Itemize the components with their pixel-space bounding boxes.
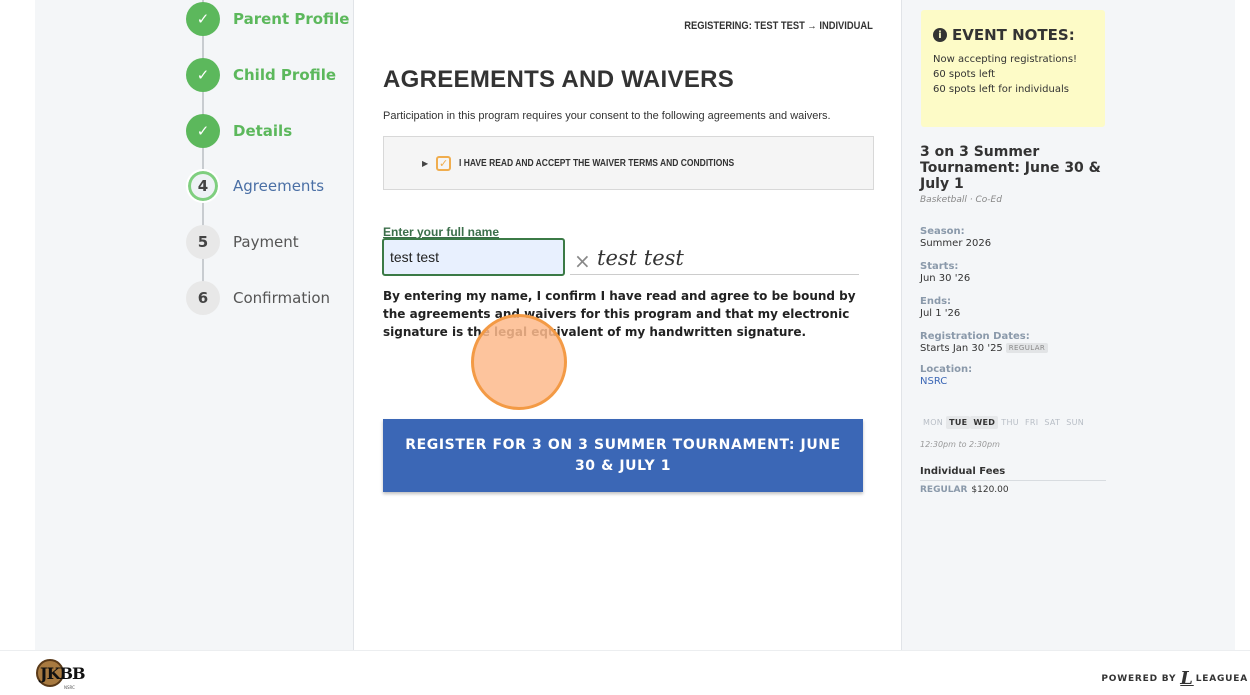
registration-start: Starts Jan 30 '25 [920, 343, 1003, 354]
full-name-value: test test [390, 249, 440, 265]
event-title: 3 on 3 Summer Tournament: June 30 & July… [920, 144, 1101, 192]
signature-preview: test test [597, 246, 684, 270]
footer-divider [0, 650, 1250, 651]
waiver-label[interactable]: I HAVE READ AND ACCEPT THE WAIVER TERMS … [459, 158, 734, 169]
waiver-accordion[interactable]: ▶ ✓ I HAVE READ AND ACCEPT THE WAIVER TE… [383, 136, 874, 190]
event-notes-heading: EVENT NOTES: [952, 26, 1075, 44]
signature-x-icon: × [574, 249, 591, 273]
step-number: 6 [186, 281, 220, 315]
day-wed: WED [970, 416, 999, 429]
step-payment: 5 Payment [186, 225, 299, 259]
day-sat: SAT [1044, 418, 1061, 427]
season-label: Season: [920, 226, 965, 237]
step-child-profile[interactable]: ✓ Child Profile [186, 58, 336, 92]
step-parent-profile[interactable]: ✓ Parent Profile [186, 2, 349, 36]
leagueapps-logo-icon: L [1180, 668, 1194, 689]
step-label: Details [233, 122, 293, 140]
agreements-card: REGISTERING: TEST TEST → INDIVIDUAL AGRE… [353, 0, 902, 650]
full-name-input[interactable]: test test [382, 238, 565, 276]
fee-type: REGULAR [920, 485, 968, 495]
step-label: Agreements [233, 177, 325, 195]
intro-text: Participation in this program requires y… [383, 110, 831, 122]
day-tue: TUE [946, 416, 971, 429]
day-fri: FRI [1024, 418, 1039, 427]
event-notes-title: i EVENT NOTES: [933, 26, 1093, 44]
step-label: Payment [233, 233, 299, 251]
weekday-selector: MON TUE WED THU FRI SAT SUN [920, 416, 1087, 429]
click-indicator [471, 314, 567, 410]
page-title: AGREEMENTS AND WAIVERS [383, 66, 735, 93]
day-thu: THU [1001, 418, 1019, 427]
season-value: Summer 2026 [920, 238, 992, 249]
powered-by-brand: LEAGUEA [1195, 673, 1248, 684]
step-agreements[interactable]: 4 Agreements [186, 169, 324, 203]
steps-sidebar [155, 0, 353, 650]
ends-label: Ends: [920, 296, 952, 307]
step-label: Confirmation [233, 289, 331, 307]
step-number: 4 [186, 169, 220, 203]
regular-badge: REGULAR [1005, 343, 1049, 353]
check-icon: ✓ [186, 58, 220, 92]
signature-line [570, 274, 859, 275]
ends-info: Ends: Jul 1 '26 [920, 296, 960, 319]
event-subtitle: Basketball · Co-Ed [920, 195, 1002, 205]
logo-subtext: NSRC [64, 685, 75, 690]
caret-right-icon[interactable]: ▶ [422, 159, 428, 168]
starts-label: Starts: [920, 261, 959, 272]
step-label: Parent Profile [233, 10, 350, 28]
event-notes: i EVENT NOTES: Now accepting registratio… [921, 10, 1105, 127]
note-line: Now accepting registrations! [933, 54, 1078, 65]
check-icon: ✓ [186, 114, 220, 148]
step-confirmation: 6 Confirmation [186, 281, 330, 315]
event-time: 12:30pm to 2:30pm [920, 440, 1000, 449]
registration-dates-info: Registration Dates: Starts Jan 30 '25 REG… [920, 331, 1049, 354]
fee-row: REGULAR $120.00 [920, 485, 1009, 495]
starts-value: Jun 30 '26 [920, 273, 971, 284]
fee-amount: $120.00 [971, 485, 1009, 495]
club-logo[interactable]: JKBB NSRC [36, 659, 86, 690]
register-button[interactable]: REGISTER FOR 3 ON 3 SUMMER TOURNAMENT: J… [383, 419, 863, 492]
note-line: 60 spots left for individuals [933, 84, 1069, 95]
day-sun: SUN [1066, 418, 1085, 427]
powered-by[interactable]: POWERED BY L LEAGUEA [1101, 668, 1248, 689]
step-label: Child Profile [233, 66, 337, 84]
starts-info: Starts: Jun 30 '26 [920, 261, 970, 284]
logo-text: JKBB [40, 664, 86, 683]
powered-by-label: POWERED BY [1101, 673, 1177, 684]
season-info: Season: Summer 2026 [920, 226, 991, 249]
full-name-label: Enter your full name [383, 225, 500, 239]
fees-header: Individual Fees [920, 466, 1106, 481]
step-details[interactable]: ✓ Details [186, 114, 292, 148]
location-info: Location: NSRC [920, 364, 972, 387]
registration-dates-label: Registration Dates: [920, 331, 1030, 342]
info-icon: i [933, 28, 947, 42]
day-mon: MON [923, 418, 944, 427]
step-number: 5 [186, 225, 220, 259]
registering-info: REGISTERING: TEST TEST → INDIVIDUAL [684, 20, 873, 32]
registration-dates-value: Starts Jan 30 '25 REGULAR [920, 343, 1049, 354]
waiver-checkbox[interactable]: ✓ [436, 155, 452, 171]
note-line: 60 spots left [933, 69, 996, 80]
check-icon: ✓ [186, 2, 220, 36]
location-link[interactable]: NSRC [920, 376, 972, 387]
consent-text: By entering my name, I confirm I have re… [383, 289, 856, 339]
location-label: Location: [920, 364, 973, 375]
ends-value: Jul 1 '26 [920, 308, 961, 319]
